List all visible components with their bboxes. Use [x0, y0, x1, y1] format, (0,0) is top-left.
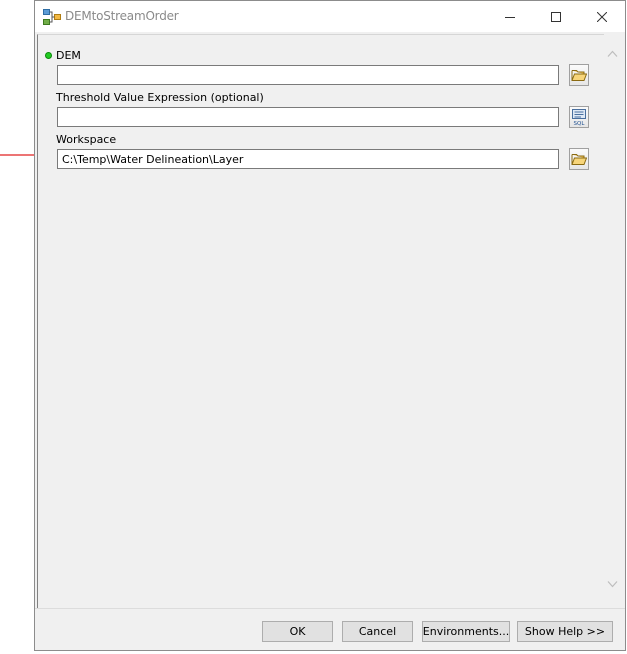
workspace-label: Workspace — [56, 133, 117, 146]
model-tool-icon — [43, 9, 61, 25]
workspace-browse-button[interactable] — [569, 148, 589, 170]
required-indicator-icon — [45, 52, 52, 59]
environments-button[interactable]: Environments... — [422, 621, 510, 642]
title-bar[interactable]: DEMtoStreamOrder — [35, 1, 625, 32]
dem-input[interactable] — [57, 65, 559, 85]
tool-dialog-window: DEMtoStreamOrder DEM Threshold Value Exp… — [34, 0, 626, 651]
close-icon — [597, 11, 607, 22]
folder-open-icon — [571, 70, 587, 81]
close-button[interactable] — [579, 1, 625, 32]
window-title: DEMtoStreamOrder — [65, 9, 179, 23]
sql-icon: SQL — [572, 109, 586, 126]
folder-open-icon — [571, 154, 587, 165]
cancel-button[interactable]: Cancel — [342, 621, 413, 642]
sql-builder-button[interactable]: SQL — [569, 106, 589, 128]
minimize-button[interactable] — [487, 1, 533, 32]
ok-button[interactable]: OK — [262, 621, 333, 642]
dialog-button-bar: OK Cancel Environments... Show Help >> — [35, 608, 625, 650]
chevron-down-icon[interactable] — [607, 580, 618, 588]
screenshot-root: DEMtoStreamOrder DEM Threshold Value Exp… — [0, 0, 627, 654]
maximize-icon — [551, 11, 561, 22]
show-help-button[interactable]: Show Help >> — [517, 621, 613, 642]
parameters-panel: DEM Threshold Value Expression (optional… — [37, 34, 605, 609]
svg-text:SQL: SQL — [574, 121, 586, 126]
workspace-input[interactable] — [57, 149, 559, 169]
chevron-up-icon[interactable] — [607, 50, 618, 58]
minimize-icon — [505, 16, 515, 18]
threshold-input[interactable] — [57, 107, 559, 127]
dialog-client-area: DEM Threshold Value Expression (optional… — [35, 32, 625, 650]
threshold-label: Threshold Value Expression (optional) — [56, 91, 264, 104]
maximize-button[interactable] — [533, 1, 579, 32]
dem-label: DEM — [56, 49, 81, 62]
dem-browse-button[interactable] — [569, 64, 589, 86]
vertical-scrollbar[interactable] — [604, 34, 621, 608]
